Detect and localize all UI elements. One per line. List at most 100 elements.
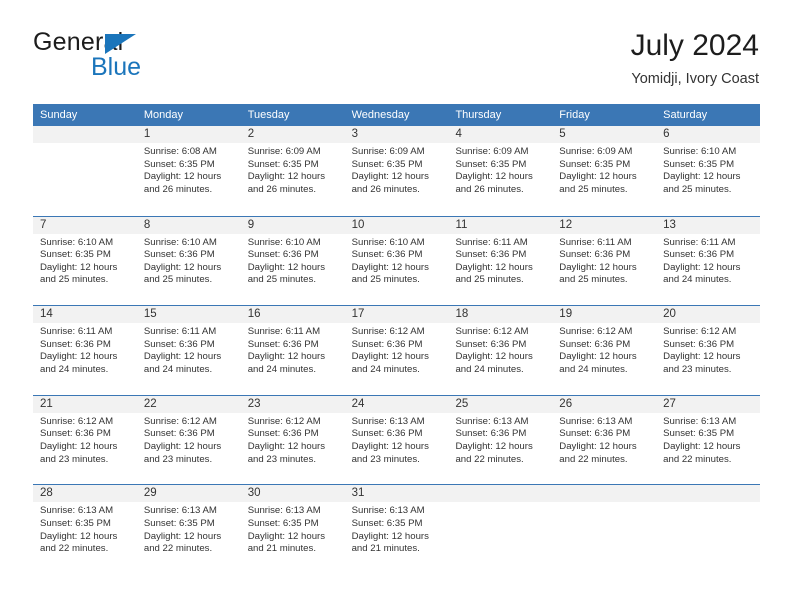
day-detail-line: Sunset: 6:35 PM [351,158,423,170]
day-detail-line: Sunrise: 6:11 AM [40,326,113,338]
calendar-day-cell[interactable]: 21 Sunrise: 6:12 AM Sunset: 6:36 PM Dayligh… [33,395,137,485]
day-detail-line: Daylight: 12 hours [663,261,741,273]
calendar-day-cell[interactable]: 30 Sunrise: 6:13 AM Sunset: 6:35 PM Dayligh… [240,485,345,574]
calendar-day-cell[interactable]: 16 Sunrise: 6:11 AM Sunset: 6:36 PM Dayligh… [240,306,345,395]
day-number [448,485,553,503]
calendar-day-cell[interactable]: 23 Sunrise: 6:12 AM Sunset: 6:36 PM Dayligh… [240,395,345,485]
day-number: 19 [552,306,657,324]
calendar-day-cell[interactable]: 2 Sunrise: 6:09 AM Sunset: 6:35 PM Daylight… [240,126,345,216]
day-details: Sunrise: 6:11 AM Sunset: 6:36 PM Daylight:… [241,323,345,376]
day-detail-line: Sunset: 6:36 PM [143,249,215,261]
day-details: Sunrise: 6:11 AM Sunset: 6:36 PM Daylight:… [137,323,241,376]
day-details [552,502,656,505]
day-detail-line: and 22 minutes. [663,453,732,465]
calendar-day-cell[interactable]: 1 Sunrise: 6:08 AM Sunset: 6:35 PM Daylight… [136,126,241,216]
day-detail-line: Sunrise: 6:10 AM [40,236,114,248]
calendar-day-cell[interactable]: 24 Sunrise: 6:13 AM Sunset: 6:36 PM Dayligh… [344,395,449,485]
calendar-day-cell[interactable]: 19 Sunrise: 6:12 AM Sunset: 6:36 PM Dayligh… [552,306,657,395]
day-detail-line: and 22 minutes. [455,453,524,465]
calendar-day-cell[interactable]: 20 Sunrise: 6:12 AM Sunset: 6:36 PM Dayligh… [656,306,761,395]
day-detail-line: Daylight: 12 hours [40,440,118,452]
calendar-day-cell[interactable]: 13 Sunrise: 6:11 AM Sunset: 6:36 PM Dayligh… [656,216,761,306]
calendar-day-cell[interactable]: 12 Sunrise: 6:11 AM Sunset: 6:36 PM Dayligh… [552,216,657,306]
day-number [552,485,657,503]
day-detail-line: Daylight: 12 hours [663,351,741,363]
day-detail-line: Sunset: 6:36 PM [247,338,319,350]
calendar-day-cell[interactable]: 31 Sunrise: 6:13 AM Sunset: 6:35 PM Dayligh… [344,485,449,574]
day-detail-line: Daylight: 12 hours [559,351,637,363]
calendar-day-cell[interactable]: 14 Sunrise: 6:11 AM Sunset: 6:36 PM Dayligh… [33,306,137,395]
day-number: 2 [240,126,345,143]
day-detail-line: Sunset: 6:35 PM [455,158,527,170]
calendar-day-cell[interactable]: 7 Sunrise: 6:10 AM Sunset: 6:35 PM Daylight… [33,216,137,306]
day-detail-line: and 24 minutes. [351,363,420,375]
day-detail-line: Daylight: 12 hours [351,440,429,452]
calendar-day-cell[interactable]: 5 Sunrise: 6:09 AM Sunset: 6:35 PM Daylight… [552,126,657,216]
calendar-day-cell[interactable]: 25 Sunrise: 6:13 AM Sunset: 6:36 PM Dayligh… [448,395,553,485]
day-of-week-monday: Monday [143,109,183,121]
day-detail-line: Daylight: 12 hours [663,440,741,452]
day-details: Sunrise: 6:13 AM Sunset: 6:35 PM Daylight:… [345,502,449,555]
day-of-week-sunday: Sunday [40,109,78,121]
day-of-week-friday: Friday [559,109,590,121]
calendar-day-cell[interactable]: 18 Sunrise: 6:12 AM Sunset: 6:36 PM Dayligh… [448,306,553,395]
day-detail-line: Sunrise: 6:13 AM [455,415,529,427]
calendar-day-cell[interactable]: 15 Sunrise: 6:11 AM Sunset: 6:36 PM Dayligh… [136,306,241,395]
day-detail-line: and 21 minutes. [247,543,316,555]
day-number: 10 [344,216,449,234]
calendar-day-cell[interactable]: 9 Sunrise: 6:10 AM Sunset: 6:36 PM Daylight… [240,216,345,306]
day-details: Sunrise: 6:11 AM Sunset: 6:36 PM Daylight:… [552,234,656,287]
day-of-week-header: Sunday Monday Tuesday Wednesday Thursday Frid… [33,104,760,126]
calendar-day-cell[interactable]: 17 Sunrise: 6:12 AM Sunset: 6:36 PM Dayligh… [344,306,449,395]
day-detail-line: and 25 minutes. [663,183,732,195]
day-detail-line: Daylight: 12 hours [247,440,326,452]
calendar-day-cell[interactable]: 22 Sunrise: 6:12 AM Sunset: 6:36 PM Dayligh… [136,395,241,485]
day-detail-line: and 25 minutes. [559,183,628,195]
calendar-day-cell[interactable]: 8 Sunrise: 6:10 AM Sunset: 6:36 PM Daylight… [136,216,241,306]
calendar-day-cell[interactable]: 11 Sunrise: 6:11 AM Sunset: 6:36 PM Dayligh… [448,216,553,306]
calendar-day-cell[interactable]: 4 Sunrise: 6:09 AM Sunset: 6:35 PM Daylight… [448,126,553,216]
calendar-day-cell[interactable]: 27 Sunrise: 6:13 AM Sunset: 6:35 PM Dayligh… [656,395,761,485]
day-details: Sunrise: 6:11 AM Sunset: 6:36 PM Daylight:… [33,323,137,376]
day-detail-line: Sunset: 6:36 PM [247,428,319,440]
calendar-day-cell[interactable]: 28 Sunrise: 6:13 AM Sunset: 6:35 PM Dayligh… [33,485,137,574]
calendar-day-cell[interactable]: 29 Sunrise: 6:13 AM Sunset: 6:35 PM Dayligh… [136,485,241,574]
day-number: 25 [448,395,553,413]
day-detail-line: Sunset: 6:36 PM [351,338,423,350]
day-number: 4 [448,126,553,143]
title-block: July 2024 Yomidji, Ivory Coast [631,28,759,88]
day-details: Sunrise: 6:10 AM Sunset: 6:36 PM Daylight:… [241,234,345,287]
calendar-day-cell-empty [33,126,137,216]
day-number: 14 [33,306,137,324]
day-detail-line: Daylight: 12 hours [559,171,637,183]
day-details: Sunrise: 6:12 AM Sunset: 6:36 PM Daylight:… [241,413,345,466]
day-details: Sunrise: 6:12 AM Sunset: 6:36 PM Daylight:… [656,323,760,376]
calendar-day-cell[interactable]: 6 Sunrise: 6:10 AM Sunset: 6:35 PM Daylight… [656,126,761,216]
day-number: 20 [656,306,761,324]
day-detail-line: Sunrise: 6:10 AM [143,236,217,248]
day-of-week-tuesday: Tuesday [247,109,290,121]
calendar-day-cell[interactable]: 26 Sunrise: 6:13 AM Sunset: 6:36 PM Dayligh… [552,395,657,485]
day-detail-line: and 23 minutes. [40,453,109,465]
day-detail-line: Sunset: 6:35 PM [247,158,319,170]
day-number: 26 [552,395,657,413]
calendar-day-cell[interactable]: 10 Sunrise: 6:10 AM Sunset: 6:36 PM Dayligh… [344,216,449,306]
day-detail-line: Daylight: 12 hours [40,261,118,273]
calendar-page: General Blue July 2024 Yomidji, Ivory Co… [0,0,792,612]
day-details: Sunrise: 6:13 AM Sunset: 6:36 PM Daylight:… [448,413,552,466]
general-blue-logo[interactable]: General Blue [33,28,213,84]
day-detail-line: Sunset: 6:35 PM [247,517,319,529]
calendar-day-cell-empty [656,485,761,574]
calendar-weeks: 1 Sunrise: 6:08 AM Sunset: 6:35 PM Daylight… [33,126,761,574]
day-detail-line: Sunset: 6:35 PM [40,517,111,529]
day-details: Sunrise: 6:12 AM Sunset: 6:36 PM Daylight:… [552,323,656,376]
day-detail-line: Sunrise: 6:12 AM [663,326,737,338]
day-of-week-thursday: Thursday [455,109,502,121]
calendar-week-row: 14 Sunrise: 6:11 AM Sunset: 6:36 PM Dayligh… [33,305,761,395]
day-detail-line: Sunset: 6:36 PM [559,338,631,350]
calendar-day-cell[interactable]: 3 Sunrise: 6:09 AM Sunset: 6:35 PM Daylight… [344,126,449,216]
day-detail-line: Daylight: 12 hours [40,351,118,363]
day-details: Sunrise: 6:10 AM Sunset: 6:36 PM Daylight:… [137,234,241,287]
day-detail-line: Sunrise: 6:10 AM [247,236,321,248]
calendar-day-cell-empty [552,485,657,574]
